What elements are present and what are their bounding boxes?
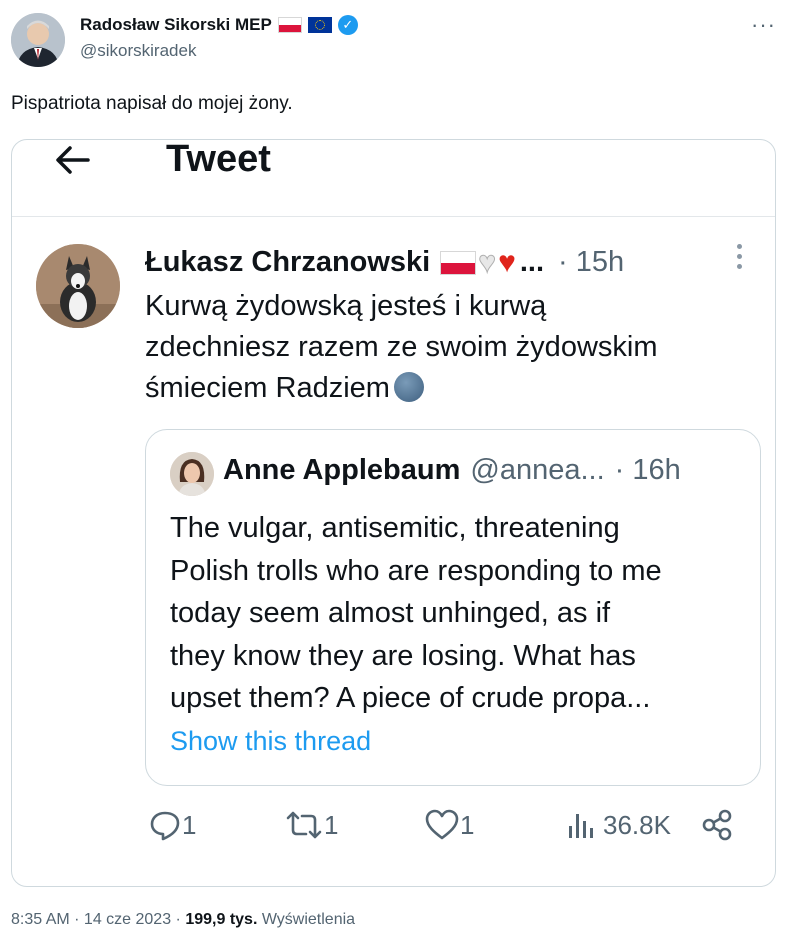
action-bar: 1 1 1 36.8K [12, 808, 775, 852]
reply-count: 1 [182, 809, 197, 840]
inner-author-row: Łukasz Chrzanowski ♥ ♥ ... · 15h [145, 246, 624, 279]
header-divider [12, 216, 775, 217]
quote-avatar [170, 452, 214, 496]
heart-icon [425, 809, 459, 840]
quote-author-handle: @annea... [470, 454, 605, 486]
quote-line: Polish trolls who are responding to me [170, 554, 662, 587]
quoted-tweet: Anne Applebaum @annea... · 16h The vulga… [145, 429, 761, 786]
author-name-row[interactable]: Radosław Sikorski MEP ✓ [80, 15, 358, 35]
like-action: 1 [424, 808, 474, 842]
author-name[interactable]: Radosław Sikorski MEP [80, 15, 272, 35]
like-count: 1 [460, 809, 475, 840]
name-emojis: ♥ ♥ ... [440, 246, 544, 279]
quote-line: they know they are losing. What has [170, 639, 636, 672]
new-moon-face-icon [393, 372, 424, 402]
quote-author-name: Anne Applebaum [223, 454, 461, 486]
dog-avatar [36, 244, 120, 328]
views-action: 36.8K [565, 808, 671, 842]
retweet-count: 1 [324, 809, 339, 840]
views-count: 36.8K [603, 809, 671, 840]
retweet-icon [286, 811, 322, 839]
inner-tweet-text: Kurwą żydowską jesteś i kurwą zdechniesz… [145, 286, 755, 409]
red-heart-icon: ♥ [498, 245, 516, 279]
eu-flag-icon [307, 17, 332, 33]
quote-header: Anne Applebaum @annea... · 16h [223, 454, 681, 487]
views-value: 199,9 tys. [185, 911, 258, 928]
more-horizontal-icon[interactable]: ··· [751, 12, 776, 38]
inner-tweet-line: śmieciem Radziem [145, 372, 390, 404]
share-icon [702, 809, 732, 841]
reply-action: 1 [148, 808, 196, 842]
dog-photo-icon [36, 244, 120, 328]
tweet-meta: 8:35 AM · 14 cze 2023 · 199,9 tys. Wyświ… [11, 911, 355, 929]
quote-timestamp: · 16h [614, 454, 681, 486]
author-handle[interactable]: @sikorskiradek [80, 41, 196, 61]
analytics-icon [569, 814, 593, 838]
tweet-text: Pispatriota napisał do mojej żony. [11, 93, 293, 114]
quote-line: The vulgar, antisemitic, threatening [170, 512, 620, 544]
inner-tweet-line: Kurwą żydowską jesteś i kurwą [145, 290, 547, 322]
arrow-left-icon [56, 146, 90, 174]
retweet-action: 1 [284, 808, 338, 842]
show-thread-link: Show this thread [170, 726, 372, 756]
inner-author-name: Łukasz Chrzanowski [145, 246, 431, 278]
embedded-tweet-image[interactable]: Tweet Łukasz Chrzanowski ♥ ♥ ... · 15h K… [11, 139, 776, 887]
inner-timestamp: · 15h [558, 246, 625, 278]
quote-line: upset them? A piece of crude propa... [170, 682, 651, 714]
person-avatar-icon [11, 13, 65, 67]
name-ellipsis: ... [519, 246, 545, 278]
quote-line: today seem almost unhinged, as if [170, 597, 611, 629]
poland-flag-icon [277, 17, 302, 33]
person-avatar-icon [170, 452, 214, 496]
poland-flag-icon [440, 250, 477, 275]
verified-badge-icon: ✓ [337, 15, 358, 35]
inner-tweet-line: zdechniesz razem ze swoim żydowskim [145, 331, 658, 363]
share-action [700, 808, 734, 842]
quote-text: The vulgar, antisemitic, threatening Pol… [170, 507, 750, 720]
white-heart-icon: ♥ [478, 245, 497, 279]
views-label: Wyświetlenia [257, 911, 356, 928]
more-vertical-icon [734, 244, 744, 269]
reply-icon [150, 811, 180, 841]
author-avatar[interactable] [11, 13, 65, 67]
page-title: Tweet [166, 139, 271, 180]
tweet-timestamp[interactable]: 8:35 AM · 14 cze 2023 · [11, 911, 185, 928]
